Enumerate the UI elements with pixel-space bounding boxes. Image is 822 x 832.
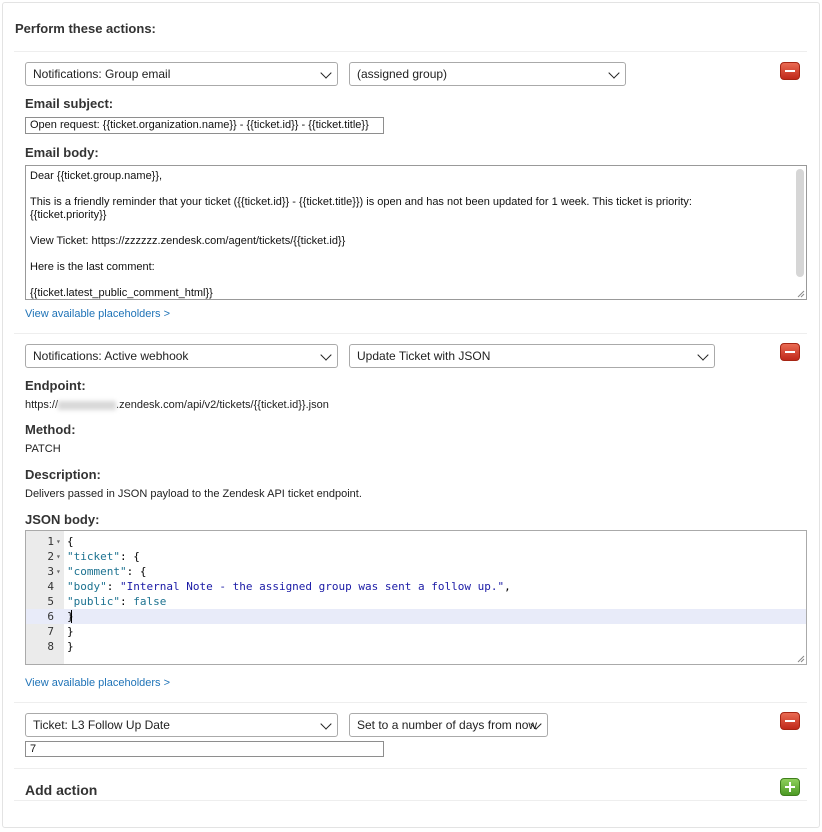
code-text: "ticket": {	[67, 549, 140, 564]
email-subject-input[interactable]: Open request: {{ticket.organization.name…	[25, 117, 384, 134]
divider	[14, 768, 807, 769]
description-label: Description:	[25, 467, 101, 482]
code-token: : {	[119, 550, 140, 563]
code-token: : {	[126, 565, 147, 578]
redacted-subdomain	[58, 400, 117, 410]
json-body-label: JSON body:	[25, 512, 100, 527]
code-line: 8}	[26, 639, 806, 654]
select-value: Notifications: Group email	[33, 67, 171, 81]
endpoint-suffix: .zendesk.com/api/v2/tickets/{{ticket.id}…	[116, 399, 329, 411]
fold-toggle-icon[interactable]: ▾	[56, 549, 61, 564]
code-token: :	[119, 595, 134, 608]
remove-action-1-button[interactable]	[780, 62, 800, 80]
code-text: "public": false	[67, 594, 166, 609]
code-text: "comment": {	[67, 564, 146, 579]
code-text: "body": "Internal Note - the assigned gr…	[67, 579, 511, 594]
action-2-target-select[interactable]: Update Ticket with JSON	[349, 344, 715, 368]
action-1-field-select[interactable]: Notifications: Group email	[25, 62, 338, 86]
code-line: 6}	[26, 609, 806, 624]
code-token: "public"	[67, 595, 120, 608]
add-action-label: Add action	[25, 782, 98, 798]
days-value-input[interactable]: 7	[25, 741, 384, 757]
select-value: Ticket: L3 Follow Up Date	[33, 718, 170, 732]
select-value: (assigned group)	[357, 67, 448, 81]
code-token: }	[67, 640, 74, 653]
action-1-target-select[interactable]: (assigned group)	[349, 62, 626, 86]
chevron-down-icon	[320, 349, 332, 361]
chevron-down-icon	[697, 349, 709, 361]
fold-toggle-icon[interactable]: ▾	[56, 564, 61, 579]
body-line: {{ticket.priority}}	[30, 209, 107, 221]
code-line: 4 "body": "Internal Note - the assigned g…	[26, 579, 806, 594]
line-number: 8	[47, 640, 54, 653]
action-2-field-select[interactable]: Notifications: Active webhook	[25, 344, 338, 368]
select-value: Set to a number of days from now	[357, 718, 538, 732]
code-token: :	[106, 580, 120, 593]
body-line: This is a friendly reminder that your ti…	[30, 196, 692, 208]
text-cursor	[71, 610, 72, 623]
fold-toggle-icon[interactable]: ▾	[56, 534, 61, 549]
divider	[14, 702, 807, 703]
chevron-down-icon	[320, 67, 332, 79]
code-line: 1 ▾ {	[26, 534, 806, 549]
line-number: 6	[47, 610, 54, 623]
email-subject-label: Email subject:	[25, 96, 114, 111]
code-line: 3 ▾ "comment": {	[26, 564, 806, 579]
line-number: 7	[47, 625, 54, 638]
resize-grip-icon[interactable]	[796, 289, 805, 298]
chevron-down-icon	[320, 718, 332, 730]
add-action-button[interactable]	[780, 778, 800, 796]
endpoint-label: Endpoint:	[25, 378, 86, 393]
line-number: 2	[47, 550, 54, 563]
code-text: }	[67, 624, 74, 639]
body-line: {{ticket.latest_public_comment_html}}	[30, 287, 213, 299]
line-number: 1	[47, 535, 54, 548]
endpoint-prefix: https://	[25, 399, 59, 411]
code-token: ,	[504, 580, 511, 593]
select-value: Notifications: Active webhook	[33, 349, 189, 363]
line-number: 3	[47, 565, 54, 578]
json-body-editor[interactable]: 1 ▾{2 ▾ "ticket": {3 ▾ "comment": {4 "body": "…	[25, 530, 807, 665]
divider	[14, 51, 807, 52]
divider	[14, 333, 807, 334]
section-title: Perform these actions:	[15, 21, 156, 36]
line-number: 4	[47, 580, 54, 593]
code-token: false	[133, 595, 167, 608]
method-value: PATCH	[25, 443, 61, 455]
divider	[14, 800, 807, 801]
code-line: 7}	[26, 624, 806, 639]
view-placeholders-link[interactable]: View available placeholders >	[25, 308, 170, 320]
code-line: 2 ▾ "ticket": {	[26, 549, 806, 564]
code-text: }	[67, 639, 74, 654]
scrollbar[interactable]	[796, 169, 804, 277]
code-text: {	[67, 534, 74, 549]
endpoint-value: https:// .zendesk.com/api/v2/tickets/{{ti…	[25, 399, 329, 411]
code-token: "comment"	[67, 565, 127, 578]
action-3-field-select[interactable]: Ticket: L3 Follow Up Date	[25, 713, 338, 737]
line-number: 5	[47, 595, 54, 608]
body-line: Here is the last comment:	[30, 261, 155, 273]
code-token: }	[67, 625, 74, 638]
remove-action-2-button[interactable]	[780, 343, 800, 361]
remove-action-3-button[interactable]	[780, 712, 800, 730]
action-3-target-select[interactable]: Set to a number of days from now	[349, 713, 548, 737]
code-token: {	[67, 535, 74, 548]
resize-grip-icon[interactable]	[796, 654, 805, 663]
select-value: Update Ticket with JSON	[357, 349, 491, 363]
body-line: View Ticket: https://zzzzzz.zendesk.com/…	[30, 235, 346, 247]
code-token: "ticket"	[67, 550, 120, 563]
code-line: 5 "public": false	[26, 594, 806, 609]
email-body-textarea[interactable]: Dear {{ticket.group.name}}, This is a fr…	[25, 165, 807, 300]
code-token: "Internal Note - the assigned group was …	[120, 580, 505, 593]
description-value: Delivers passed in JSON payload to the Z…	[25, 488, 362, 500]
view-placeholders-link[interactable]: View available placeholders >	[25, 677, 170, 689]
chevron-down-icon	[608, 67, 620, 79]
email-body-label: Email body:	[25, 145, 99, 160]
method-label: Method:	[25, 422, 76, 437]
body-line: Dear {{ticket.group.name}},	[30, 170, 163, 182]
code-token: "body"	[67, 580, 107, 593]
